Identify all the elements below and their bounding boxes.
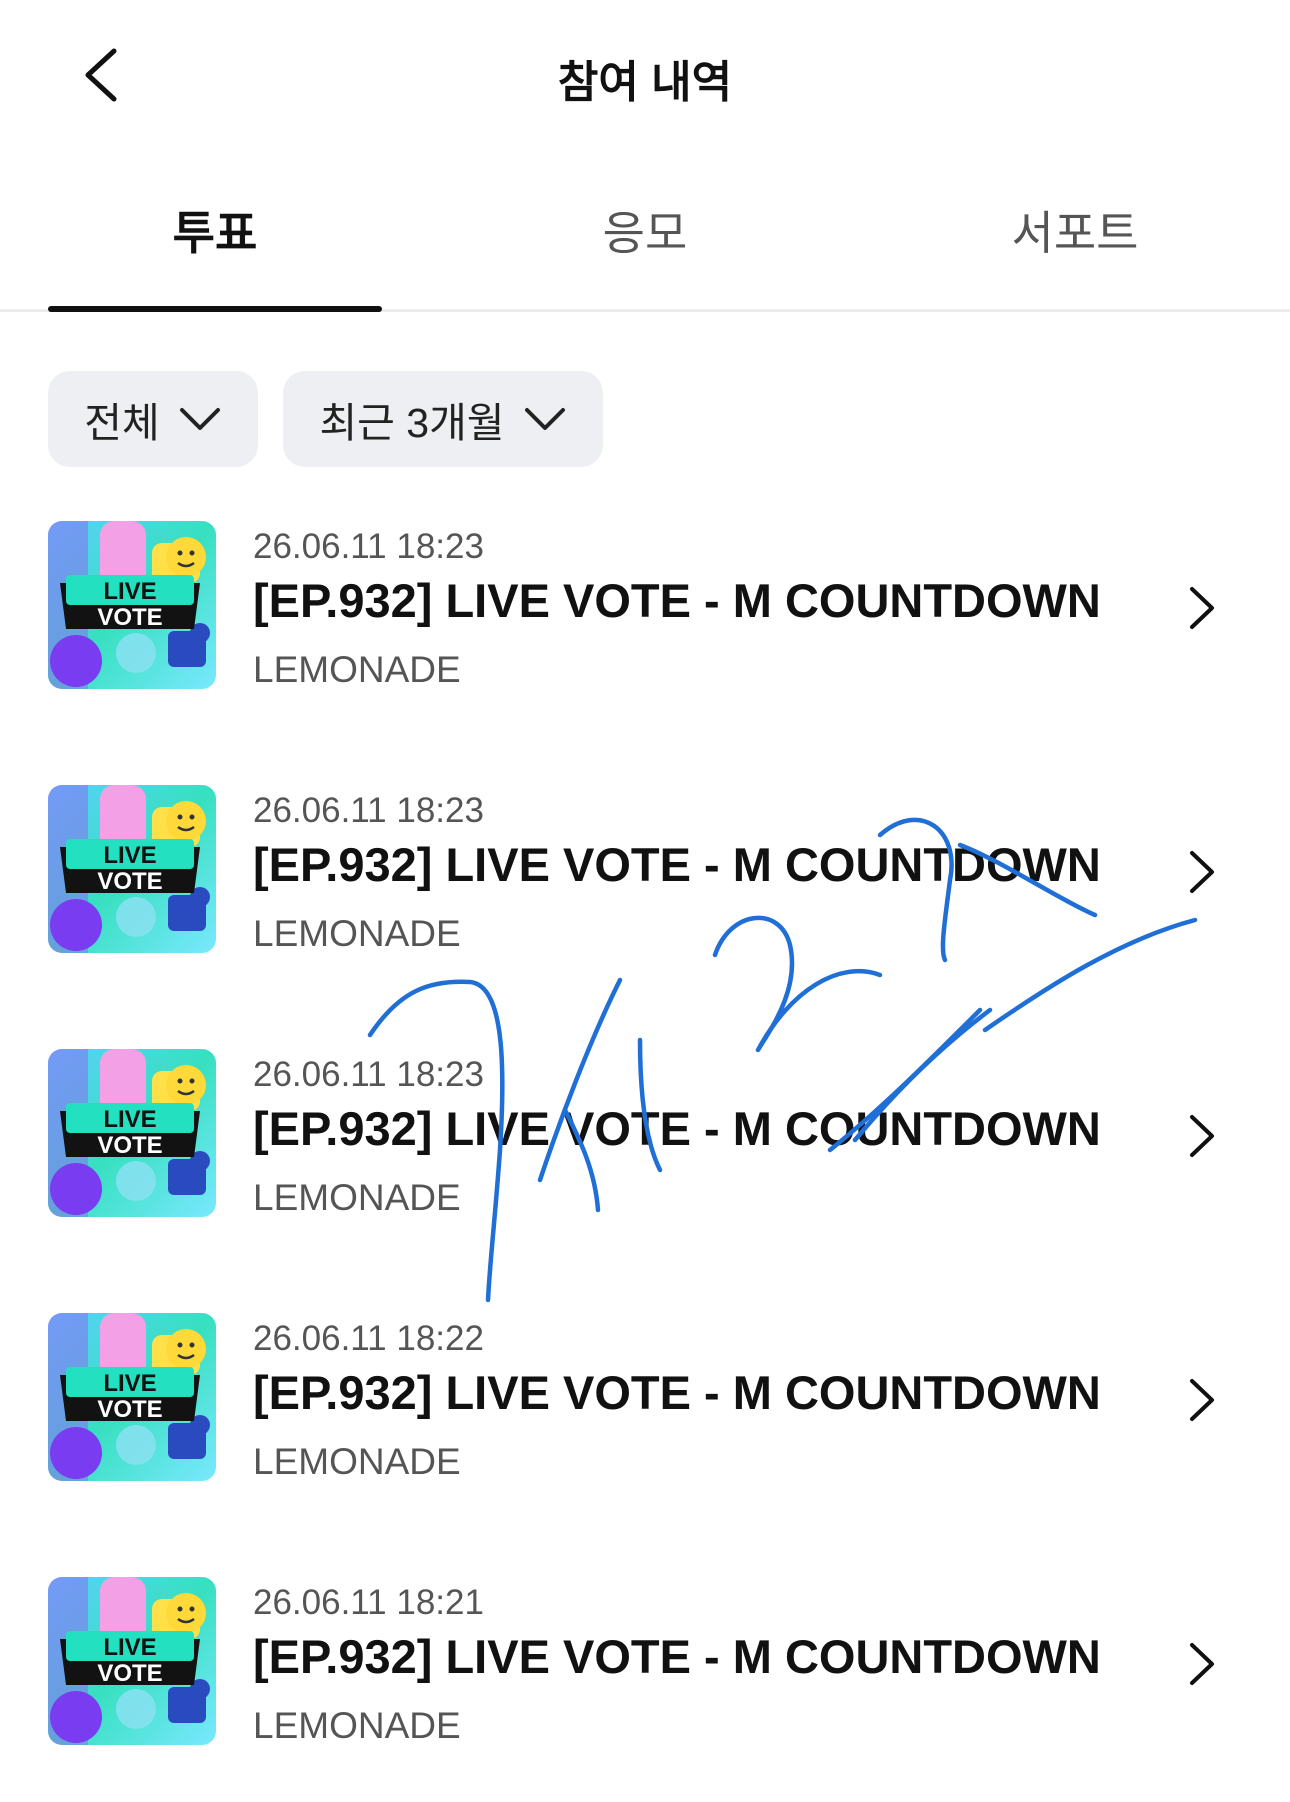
tab-vote[interactable]: 투표 xyxy=(0,185,430,309)
item-title: [EP.932] LIVE VOTE - M COUNTDOWN xyxy=(253,838,1101,891)
chevron-right-icon xyxy=(1190,851,1214,893)
list-item[interactable]: LIVE VOTE 26.06.11 18:23 [EP.932] LIVE V… xyxy=(0,1049,1290,1249)
chevron-right-icon xyxy=(1190,1379,1214,1421)
active-tab-indicator xyxy=(48,306,382,312)
thumb-vote-text: VOTE xyxy=(97,604,162,631)
item-title: [EP.932] LIVE VOTE - M COUNTDOWN xyxy=(253,1102,1101,1155)
thumb-vote-text: VOTE xyxy=(97,1132,162,1159)
live-vote-thumbnail: LIVE VOTE xyxy=(48,785,216,953)
tab-bar: 투표 응모 서포트 xyxy=(0,185,1290,312)
thumb-live-text: LIVE xyxy=(103,1634,156,1661)
chevron-right-icon xyxy=(1190,1115,1214,1157)
page-title: 참여 내역 xyxy=(557,58,733,107)
list-item[interactable]: LIVE VOTE 26.06.11 18:21 [EP.932] LIVE V… xyxy=(0,1577,1290,1777)
tab-support[interactable]: 서포트 xyxy=(860,185,1290,309)
thumb-live-text: LIVE xyxy=(103,1370,156,1397)
item-date: 26.06.11 18:23 xyxy=(253,1055,484,1094)
live-vote-thumbnail: LIVE VOTE xyxy=(48,521,216,689)
filter-period-label: 최근 3개월 xyxy=(319,400,505,446)
thumb-vote-text: VOTE xyxy=(97,1660,162,1687)
item-subtitle: LEMONADE xyxy=(253,649,461,690)
item-subtitle: LEMONADE xyxy=(253,1441,461,1482)
item-subtitle: LEMONADE xyxy=(253,913,461,954)
item-subtitle: LEMONADE xyxy=(253,1177,461,1218)
item-date: 26.06.11 18:21 xyxy=(253,1583,484,1622)
chevron-down-icon xyxy=(178,406,222,432)
filter-period-dropdown[interactable]: 최근 3개월 xyxy=(283,371,603,467)
thumb-live-text: LIVE xyxy=(103,842,156,869)
item-date: 26.06.11 18:23 xyxy=(253,527,484,566)
item-title: [EP.932] LIVE VOTE - M COUNTDOWN xyxy=(253,1630,1101,1683)
filter-category-label: 전체 xyxy=(84,400,160,446)
live-vote-thumbnail: LIVE VOTE xyxy=(48,1577,216,1745)
thumb-live-text: LIVE xyxy=(103,578,156,605)
item-title: [EP.932] LIVE VOTE - M COUNTDOWN xyxy=(253,1366,1101,1419)
tab-apply[interactable]: 응모 xyxy=(430,185,860,309)
thumb-vote-text: VOTE xyxy=(97,868,162,895)
live-vote-thumbnail: LIVE VOTE xyxy=(48,1313,216,1481)
thumb-vote-text: VOTE xyxy=(97,1396,162,1423)
item-date: 26.06.11 18:23 xyxy=(253,791,484,830)
chevron-right-icon xyxy=(1190,587,1214,629)
live-vote-thumbnail: LIVE VOTE xyxy=(48,1049,216,1217)
filter-category-dropdown[interactable]: 전체 xyxy=(48,371,258,467)
app-header: 참여 내역 xyxy=(0,0,1290,150)
item-date: 26.06.11 18:22 xyxy=(253,1319,484,1358)
list-item[interactable]: LIVE VOTE 26.06.11 18:23 [EP.932] LIVE V… xyxy=(0,521,1290,721)
chevron-down-icon xyxy=(523,406,567,432)
list-item[interactable]: LIVE VOTE 26.06.11 18:23 [EP.932] LIVE V… xyxy=(0,785,1290,985)
item-title: [EP.932] LIVE VOTE - M COUNTDOWN xyxy=(253,574,1101,627)
chevron-right-icon xyxy=(1190,1643,1214,1685)
list-item[interactable]: LIVE VOTE 26.06.11 18:22 [EP.932] LIVE V… xyxy=(0,1313,1290,1513)
item-subtitle: LEMONADE xyxy=(253,1705,461,1746)
thumb-live-text: LIVE xyxy=(103,1106,156,1133)
